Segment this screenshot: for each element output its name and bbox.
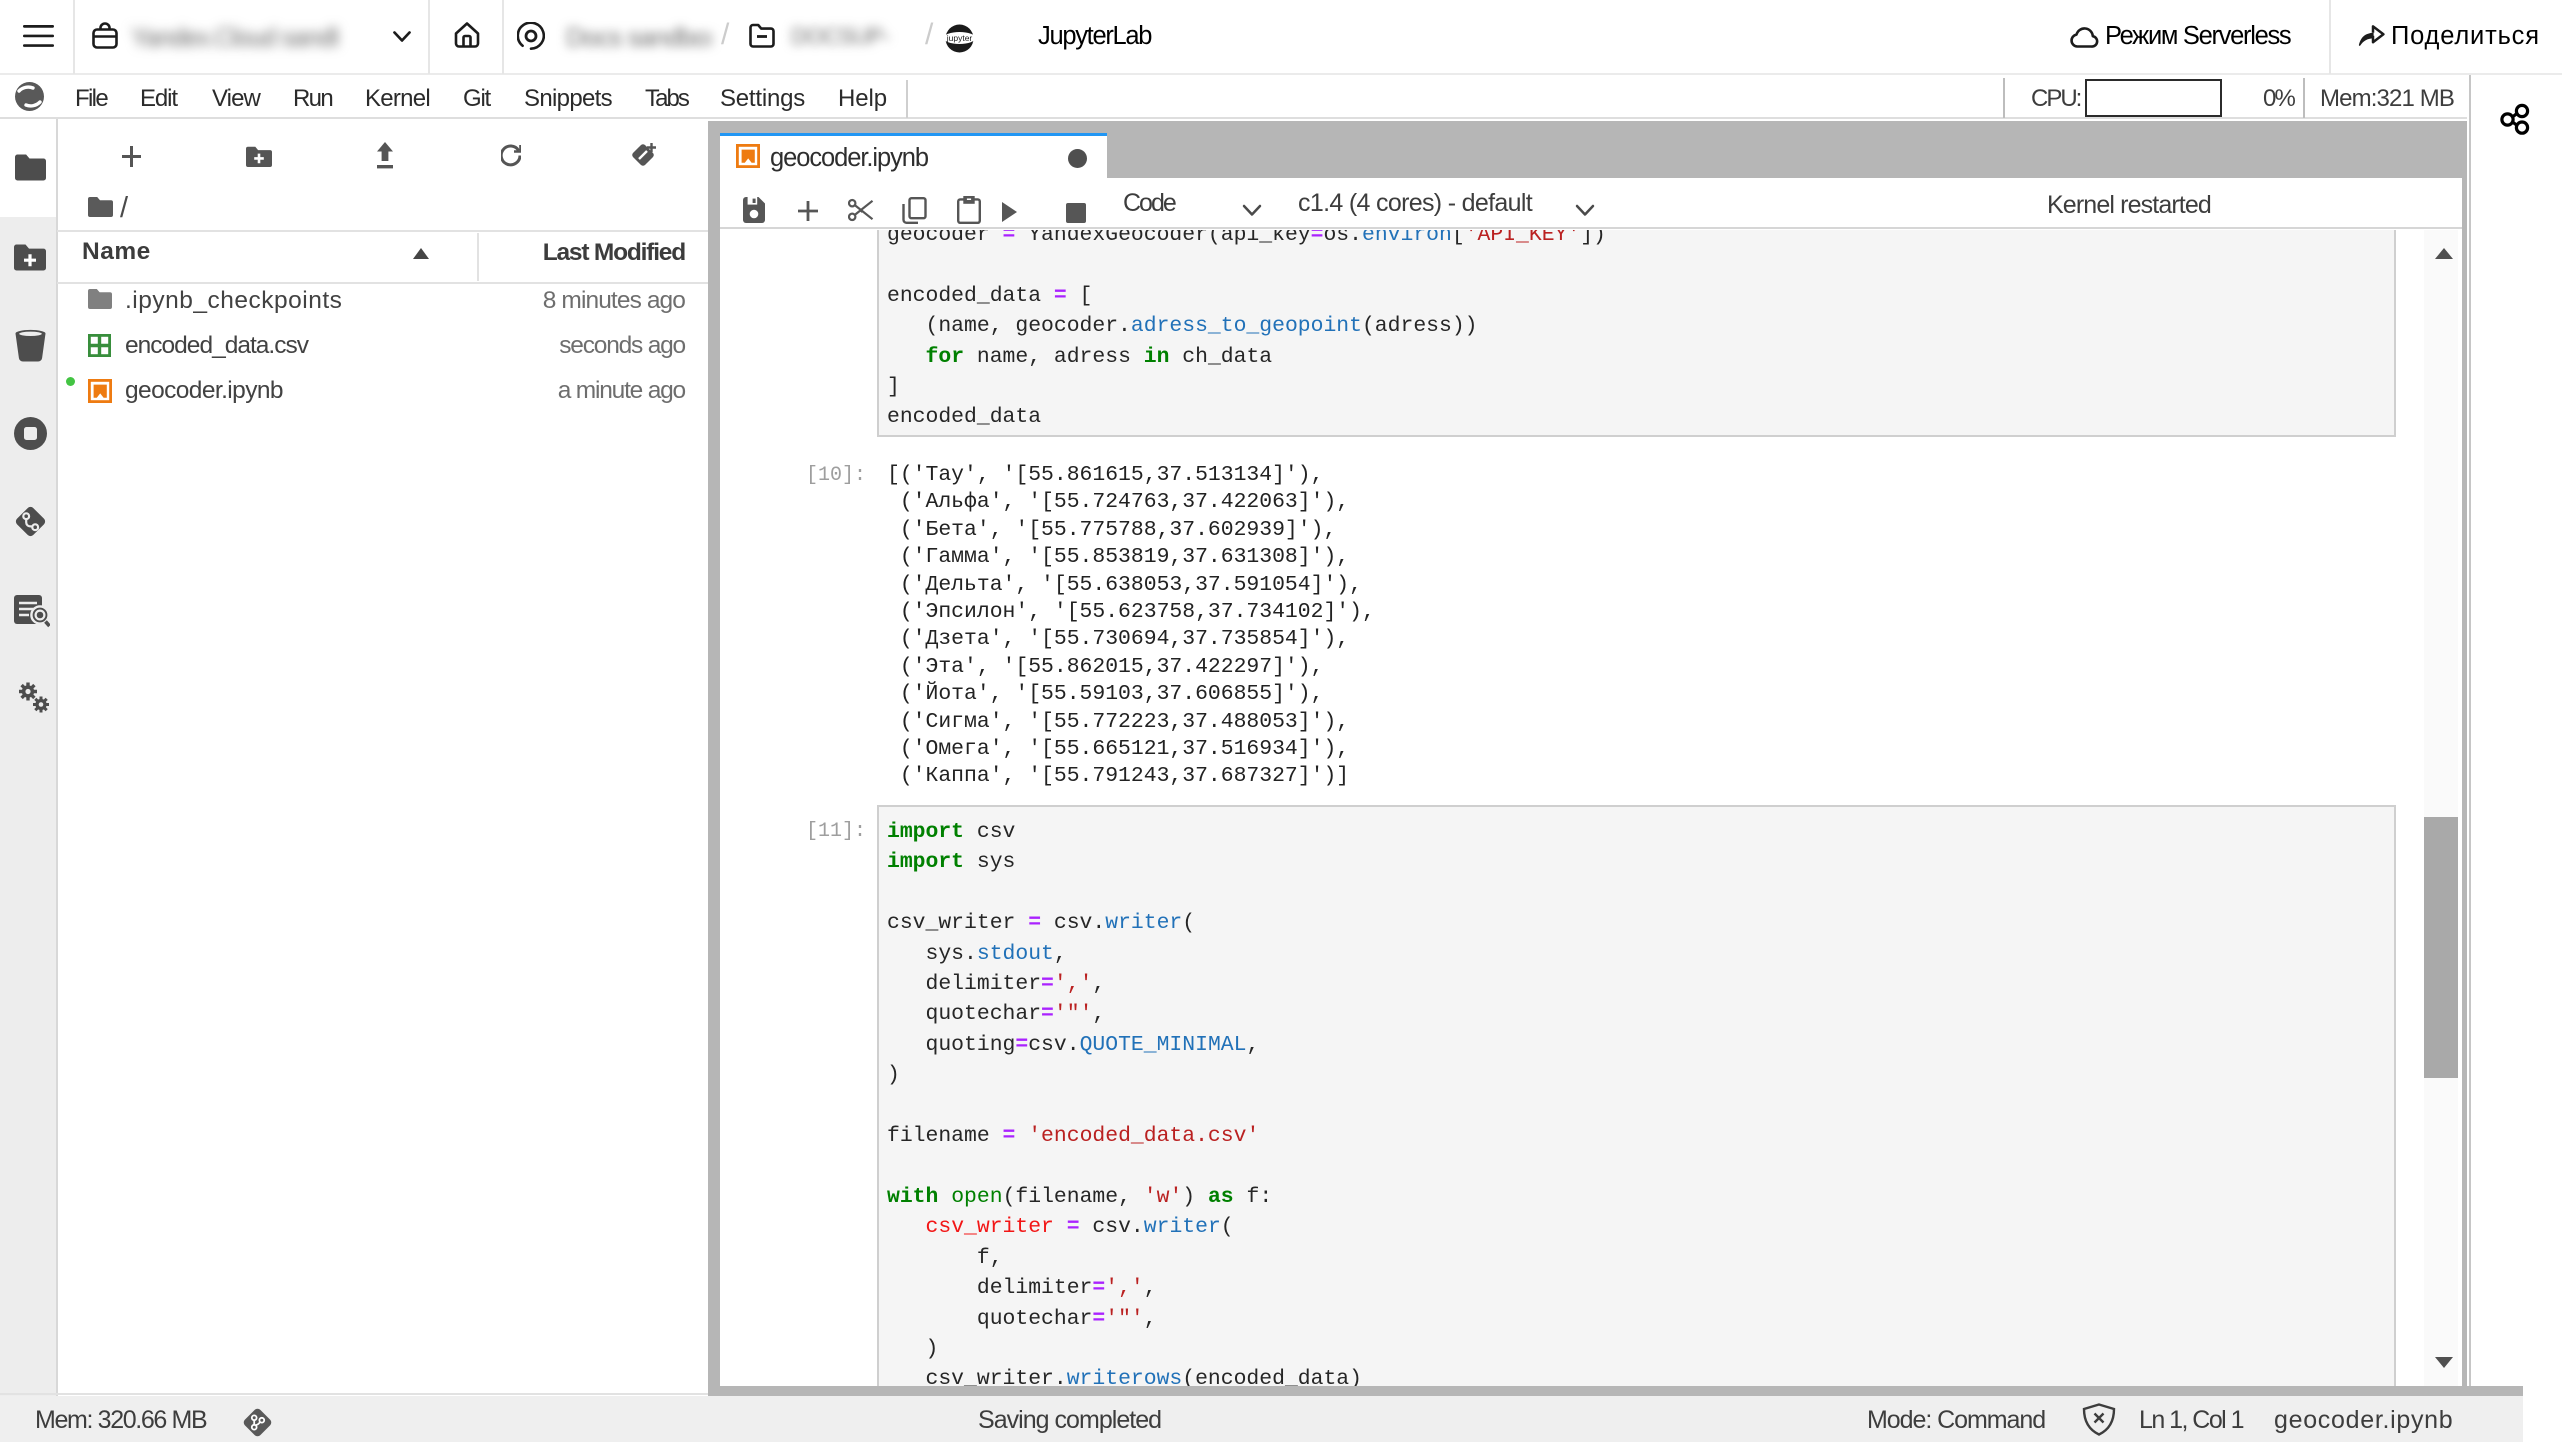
svg-text:jupyter: jupyter [946, 33, 973, 43]
